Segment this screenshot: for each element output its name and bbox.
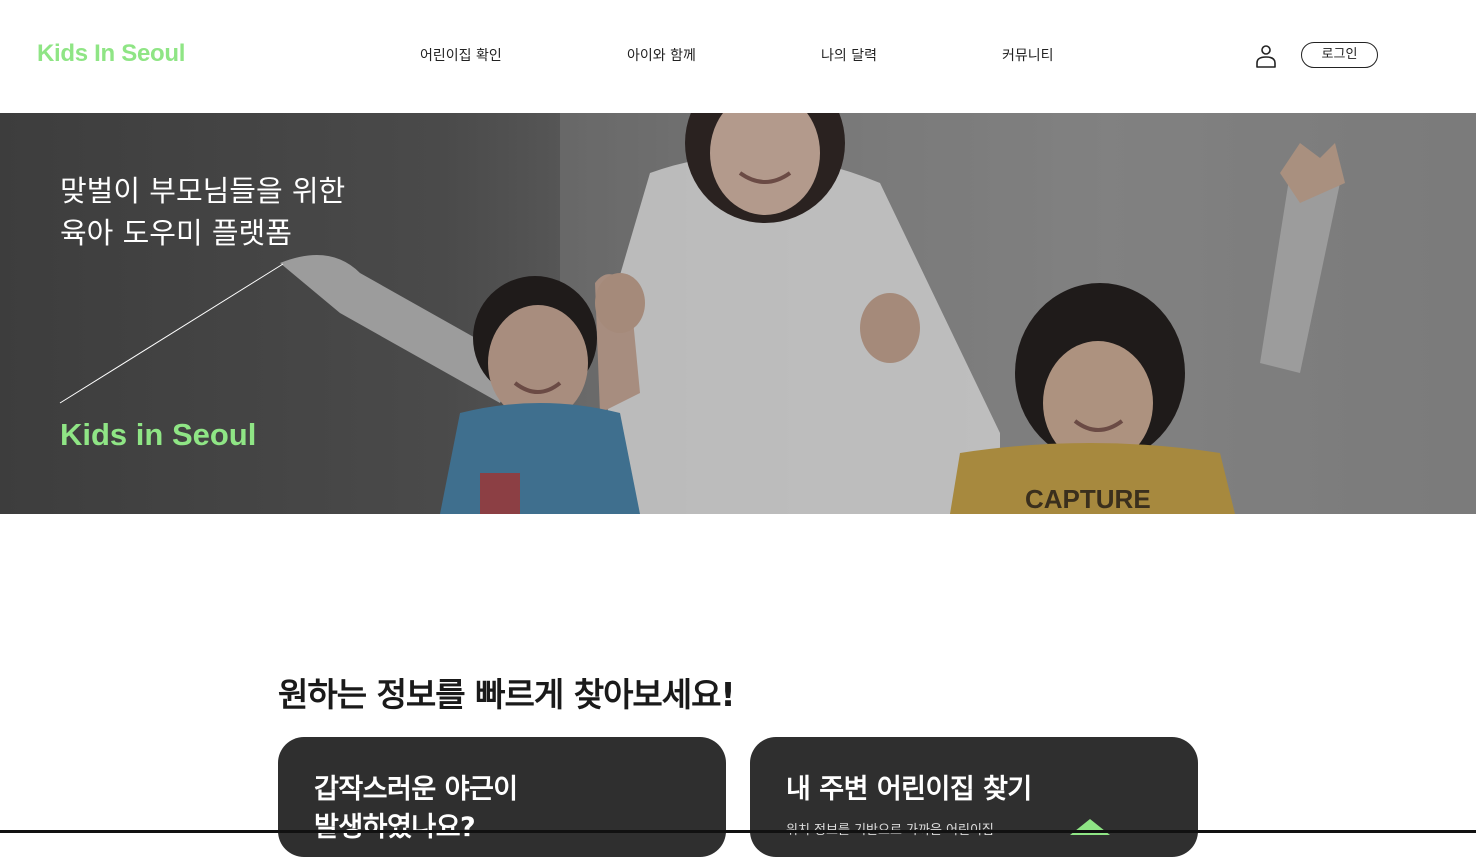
hero-banner: CAPTURE 맞벌이 부모님들을 위한 육아 도우미 플랫폼 Kids in … bbox=[0, 113, 1476, 514]
nav-item-with-child[interactable]: 아이와 함께 bbox=[627, 45, 696, 65]
user-icon[interactable] bbox=[1255, 44, 1277, 68]
card-title-line-1: 갑작스러운 야근이 bbox=[314, 774, 518, 805]
login-button[interactable]: 로그인 bbox=[1301, 42, 1378, 68]
card-title-line-1: 내 주변 어린이집 찾기 bbox=[786, 774, 1032, 805]
hero-brand-name: Kids in Seoul bbox=[60, 417, 257, 452]
card-title-line-2: 발생하였나요? bbox=[314, 812, 476, 843]
card-night-shift[interactable]: 갑작스러운 야근이 발생하였나요? bbox=[278, 737, 726, 857]
nav-item-community[interactable]: 커뮤니티 bbox=[1002, 45, 1054, 65]
section-title: 원하는 정보를 빠르게 찾아보세요! bbox=[278, 675, 736, 714]
hero-tagline-line-1: 맞벌이 부모님들을 위한 bbox=[60, 174, 346, 208]
nav-item-daycare-check[interactable]: 어린이집 확인 bbox=[420, 45, 502, 65]
card-find-daycare[interactable]: 내 주변 어린이집 찾기 위치 정보를 기반으로 가까운 어린이집 bbox=[750, 737, 1198, 857]
arrow-up-icon bbox=[1070, 819, 1110, 835]
site-logo[interactable]: Kids In Seoul bbox=[37, 40, 185, 68]
hero-tagline: 맞벌이 부모님들을 위한 육아 도우미 플랫폼 bbox=[60, 170, 345, 254]
hero-tagline-line-2: 육아 도우미 플랫폼 bbox=[60, 216, 292, 250]
nav-item-my-calendar[interactable]: 나의 달력 bbox=[821, 45, 877, 65]
top-header: Kids In Seoul 어린이집 확인 아이와 함께 나의 달력 커뮤니티 … bbox=[0, 0, 1476, 113]
card-title: 갑작스러운 야근이 발생하였나요? bbox=[314, 771, 518, 847]
card-description: 위치 정보를 기반으로 가까운 어린이집 bbox=[786, 819, 994, 838]
card-title: 내 주변 어린이집 찾기 bbox=[786, 771, 1032, 809]
svg-text:CAPTURE: CAPTURE bbox=[1025, 484, 1151, 514]
